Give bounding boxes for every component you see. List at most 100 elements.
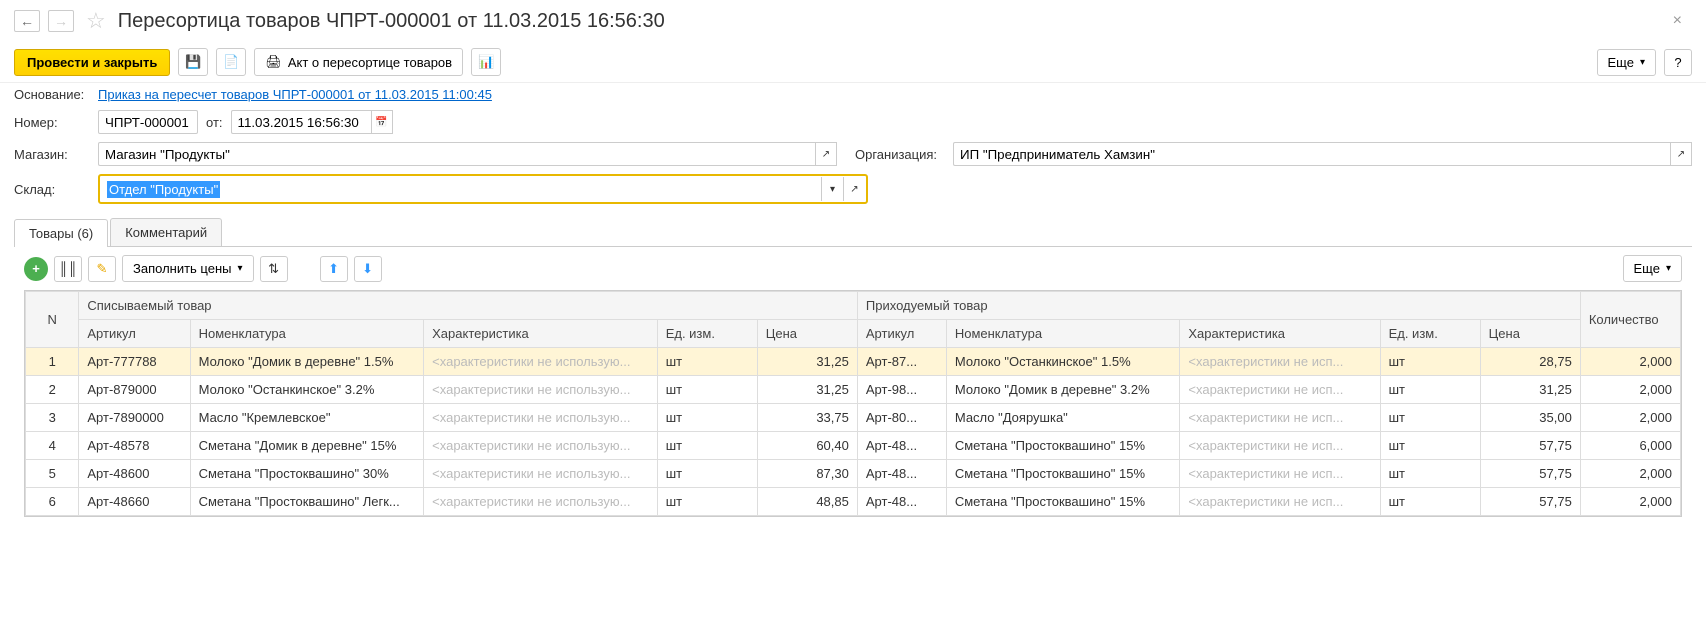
cell-characteristic: <характеристики не использую...: [424, 460, 658, 488]
close-icon[interactable]: ×: [1663, 12, 1692, 30]
forward-button[interactable]: →: [48, 10, 74, 32]
cell-unit2: шт: [1380, 488, 1480, 516]
save-button[interactable]: 💾: [178, 48, 208, 76]
fill-prices-button[interactable]: Заполнить цены: [122, 255, 254, 282]
col-n[interactable]: N: [26, 292, 79, 348]
col-nomenclature2[interactable]: Номенклатура: [946, 320, 1180, 348]
cell-nomenclature2: Сметана "Простоквашино" 15%: [946, 432, 1180, 460]
table-row[interactable]: 2Арт-879000Молоко "Останкинское" 3.2%<ха…: [26, 376, 1681, 404]
barcode-button[interactable]: ║║: [54, 256, 82, 282]
cell-n: 1: [26, 348, 79, 376]
cell-characteristic2: <характеристики не исп...: [1180, 460, 1380, 488]
cell-unit2: шт: [1380, 376, 1480, 404]
main-toolbar: Провести и закрыть 💾 📄 🖨Акт о пересортиц…: [0, 42, 1706, 83]
move-up-button[interactable]: ⬆: [320, 256, 348, 282]
col-group-income[interactable]: Приходуемый товар: [857, 292, 1580, 320]
col-characteristic2[interactable]: Характеристика: [1180, 320, 1380, 348]
report-button[interactable]: 📊: [471, 48, 501, 76]
table-row[interactable]: 5Арт-48600Сметана "Простоквашино" 30%<ха…: [26, 460, 1681, 488]
table-row[interactable]: 4Арт-48578Сметана "Домик в деревне" 15%<…: [26, 432, 1681, 460]
chart-icon: 📊: [478, 54, 494, 70]
tab-goods[interactable]: Товары (6): [14, 219, 108, 247]
move-down-button[interactable]: ⬇: [354, 256, 382, 282]
cell-characteristic: <характеристики не использую...: [424, 432, 658, 460]
cell-article: Арт-879000: [79, 376, 190, 404]
cell-price: 60,40: [757, 432, 857, 460]
cell-price: 31,25: [757, 376, 857, 404]
number-label: Номер:: [14, 115, 90, 130]
col-group-writeoff[interactable]: Списываемый товар: [79, 292, 858, 320]
calendar-button[interactable]: 📅: [371, 110, 393, 134]
cell-unit2: шт: [1380, 432, 1480, 460]
table-row[interactable]: 1Арт-777788Молоко "Домик в деревне" 1.5%…: [26, 348, 1681, 376]
open-icon: ↗: [822, 149, 830, 160]
col-unit2[interactable]: Ед. изм.: [1380, 320, 1480, 348]
expand-button[interactable]: ⇅: [260, 256, 288, 282]
cell-n: 3: [26, 404, 79, 432]
cell-article2: Арт-87...: [857, 348, 946, 376]
cell-nomenclature2: Масло "Доярушка": [946, 404, 1180, 432]
tab-comment[interactable]: Комментарий: [110, 218, 222, 246]
cell-qty: 2,000: [1580, 460, 1680, 488]
cell-price: 87,30: [757, 460, 857, 488]
warehouse-open-button[interactable]: ↗: [843, 177, 865, 201]
cell-article2: Арт-48...: [857, 460, 946, 488]
edit-button[interactable]: ✎: [88, 256, 116, 282]
table-row[interactable]: 6Арт-48660Сметана "Простоквашино" Легк..…: [26, 488, 1681, 516]
back-button[interactable]: ←: [14, 10, 40, 32]
cell-characteristic: <характеристики не использую...: [424, 376, 658, 404]
col-price[interactable]: Цена: [757, 320, 857, 348]
barcode-icon: ║║: [59, 261, 77, 276]
col-qty[interactable]: Количество: [1580, 292, 1680, 348]
store-input[interactable]: [98, 142, 815, 166]
col-nomenclature[interactable]: Номенклатура: [190, 320, 424, 348]
table-row[interactable]: 3Арт-7890000Масло "Кремлевское"<характер…: [26, 404, 1681, 432]
warehouse-input[interactable]: Отдел "Продукты": [101, 178, 821, 200]
org-open-button[interactable]: ↗: [1670, 142, 1692, 166]
goods-grid: N Списываемый товар Приходуемый товар Ко…: [24, 290, 1682, 517]
store-label: Магазин:: [14, 147, 90, 162]
chevron-down-icon: ▾: [830, 184, 835, 195]
cell-nomenclature2: Молоко "Домик в деревне" 3.2%: [946, 376, 1180, 404]
org-input[interactable]: [953, 142, 1670, 166]
favorite-star-icon[interactable]: ☆: [86, 8, 106, 34]
cell-characteristic2: <характеристики не исп...: [1180, 348, 1380, 376]
basis-link[interactable]: Приказ на пересчет товаров ЧПРТ-000001 о…: [98, 87, 492, 102]
calendar-icon: 📅: [375, 117, 387, 128]
store-row: Магазин: ↗ Организация: ↗: [0, 138, 1706, 170]
date-input[interactable]: [231, 110, 371, 134]
col-price2[interactable]: Цена: [1480, 320, 1580, 348]
cell-unit: шт: [657, 460, 757, 488]
arrow-down-icon: ⬇: [362, 261, 373, 277]
post-button[interactable]: 📄: [216, 48, 246, 76]
submit-close-button[interactable]: Провести и закрыть: [14, 49, 170, 76]
col-characteristic[interactable]: Характеристика: [424, 320, 658, 348]
cell-unit: шт: [657, 432, 757, 460]
cell-n: 5: [26, 460, 79, 488]
col-article2[interactable]: Артикул: [857, 320, 946, 348]
act-report-button[interactable]: 🖨Акт о пересортице товаров: [254, 48, 463, 76]
cell-nomenclature2: Сметана "Простоквашино" 15%: [946, 488, 1180, 516]
pencil-icon: ✎: [97, 261, 108, 277]
tabs-bar: Товары (6) Комментарий: [14, 218, 1692, 247]
store-open-button[interactable]: ↗: [815, 142, 837, 166]
cell-price: 33,75: [757, 404, 857, 432]
col-article[interactable]: Артикул: [79, 320, 190, 348]
table-toolbar: + ║║ ✎ Заполнить цены ⇅ ⬆ ⬇ Еще: [0, 247, 1706, 290]
more-button[interactable]: Еще: [1597, 49, 1656, 76]
number-input[interactable]: [98, 110, 198, 134]
cell-qty: 2,000: [1580, 488, 1680, 516]
add-row-button[interactable]: +: [24, 257, 48, 281]
document-check-icon: 📄: [223, 54, 239, 70]
warehouse-dropdown-button[interactable]: ▾: [821, 177, 843, 201]
cell-price: 31,25: [757, 348, 857, 376]
cell-nomenclature: Молоко "Останкинское" 3.2%: [190, 376, 424, 404]
col-unit[interactable]: Ед. изм.: [657, 320, 757, 348]
cell-nomenclature: Масло "Кремлевское": [190, 404, 424, 432]
from-label: от:: [206, 115, 223, 130]
cell-qty: 2,000: [1580, 348, 1680, 376]
table-more-button[interactable]: Еще: [1623, 255, 1682, 282]
printer-icon: 🖨: [265, 54, 282, 70]
help-button[interactable]: ?: [1664, 49, 1692, 76]
cell-article2: Арт-48...: [857, 432, 946, 460]
